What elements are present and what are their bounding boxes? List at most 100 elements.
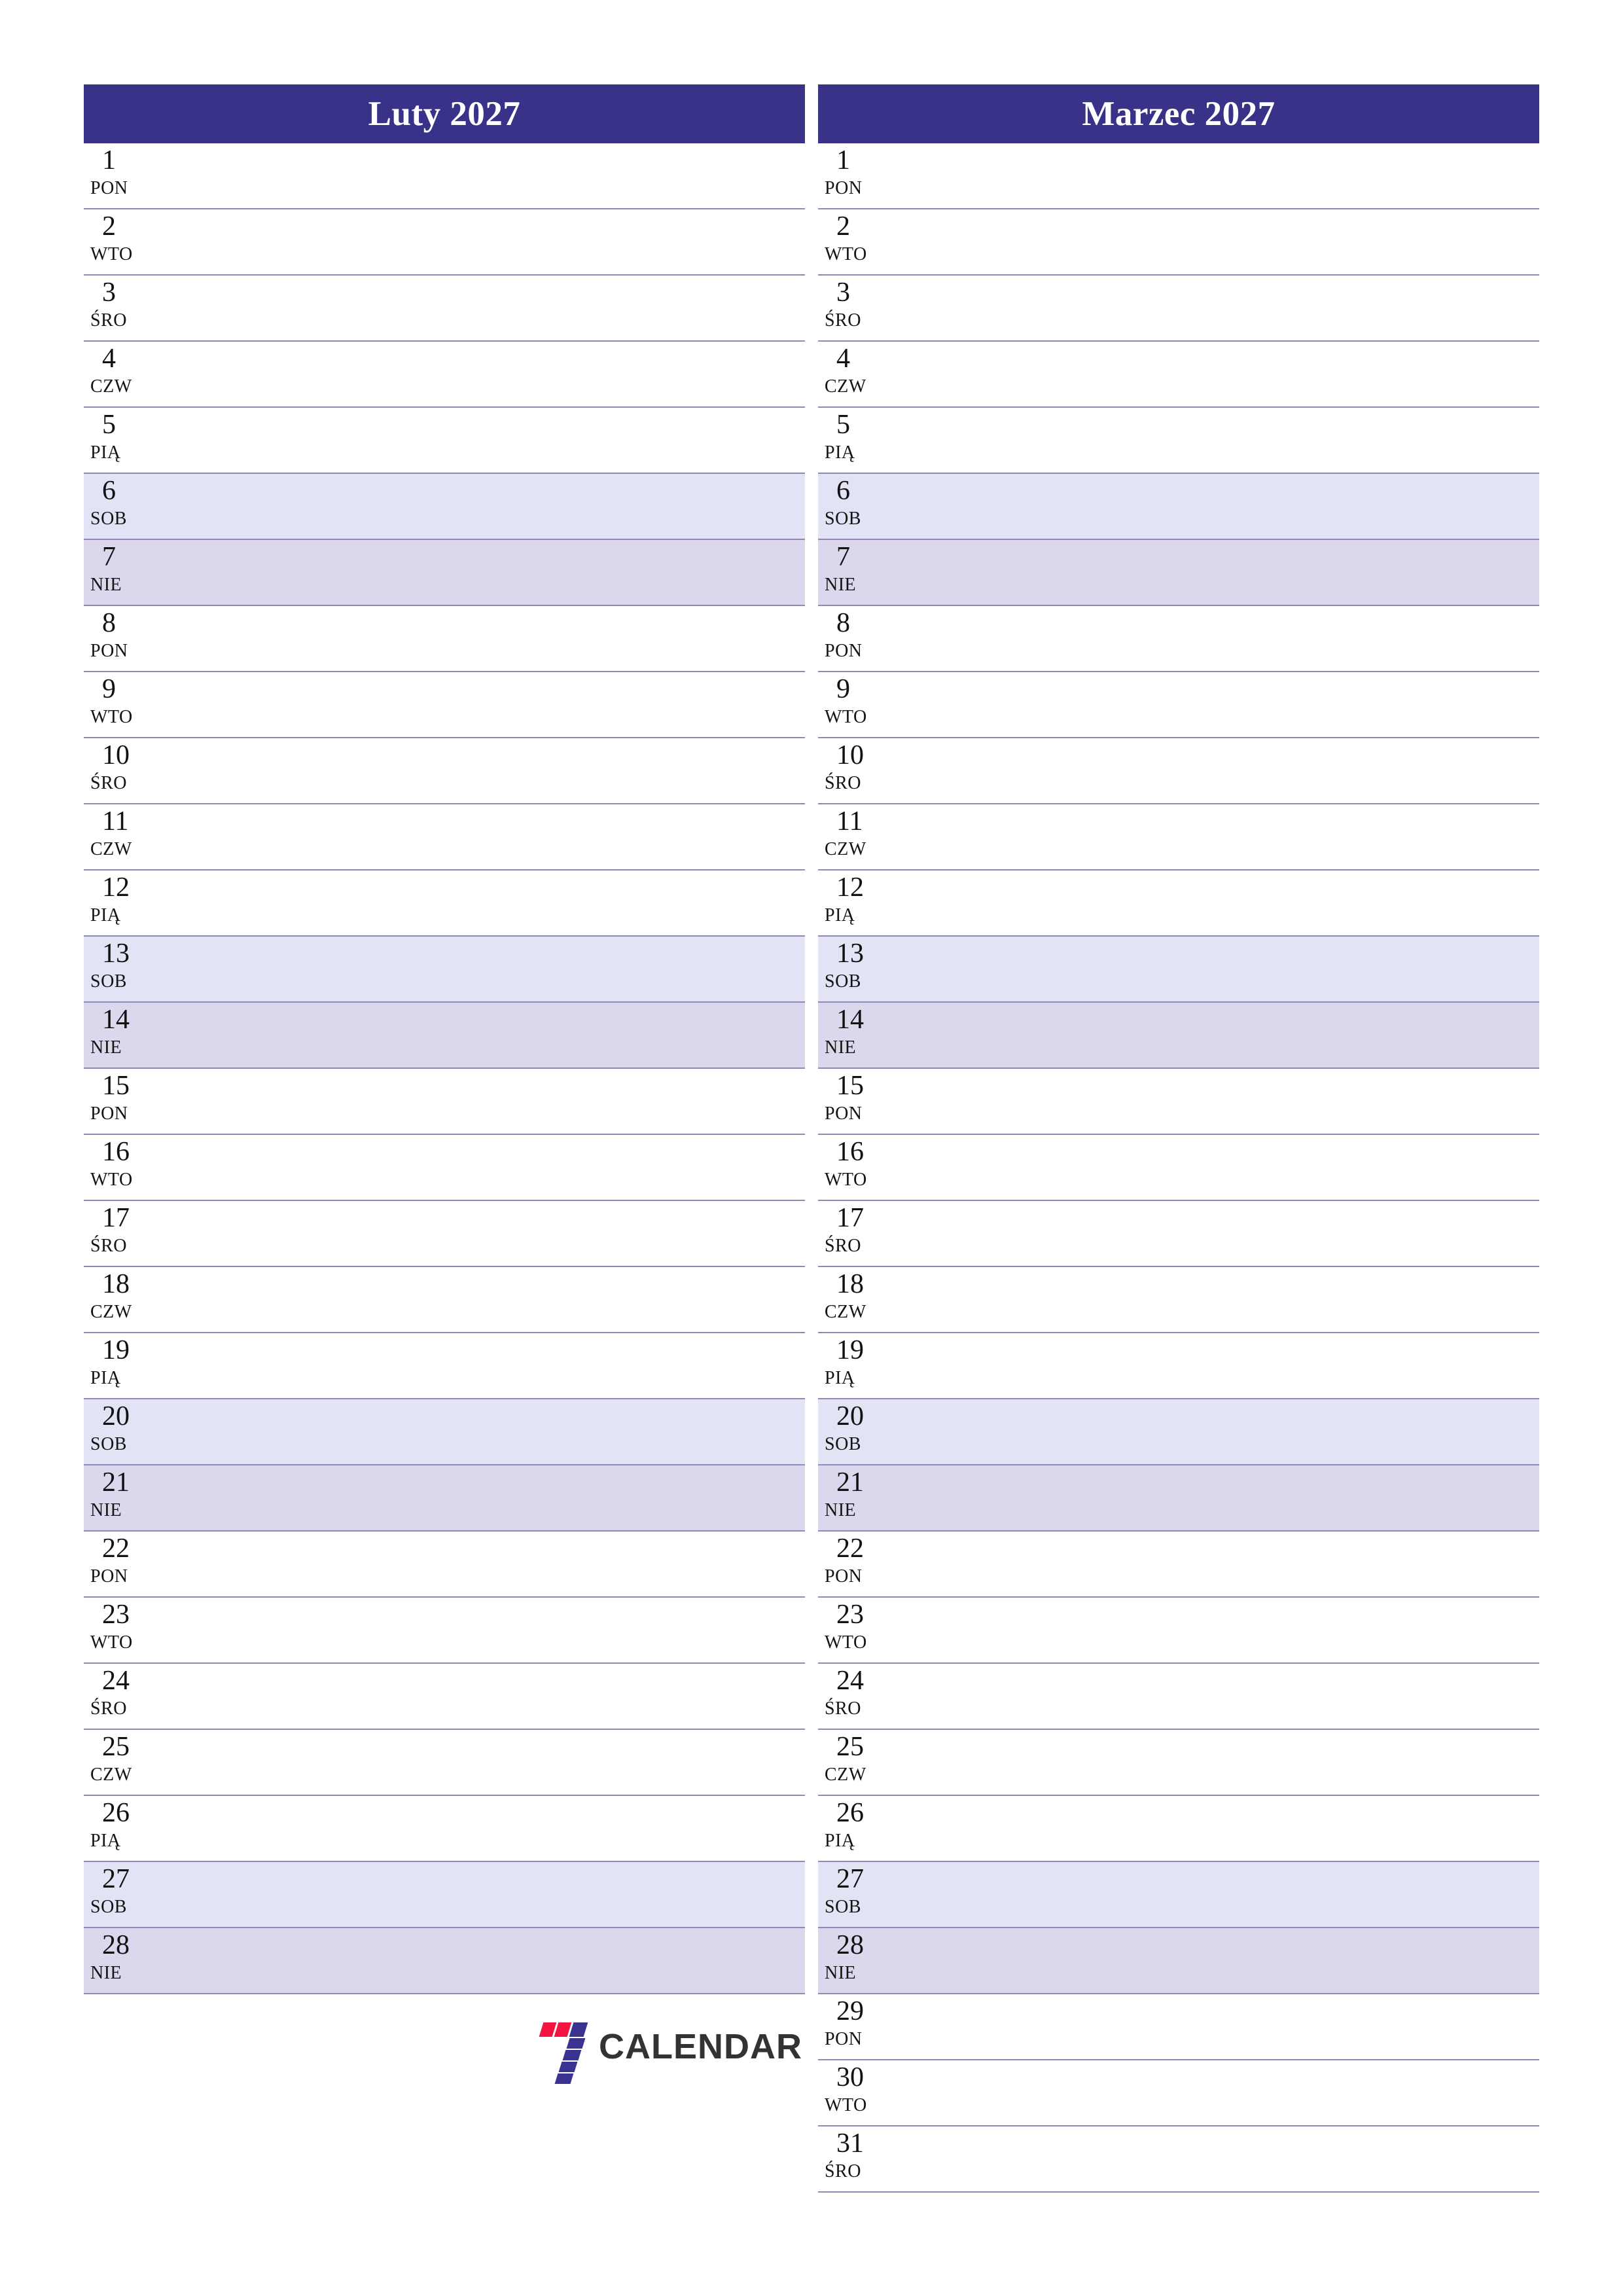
- day-note-area[interactable]: [195, 1862, 805, 1927]
- day-row[interactable]: 29 PON: [818, 1994, 1539, 2060]
- day-note-area[interactable]: [195, 342, 805, 406]
- day-note-area[interactable]: [195, 804, 805, 869]
- day-row[interactable]: 18 CZW: [818, 1267, 1539, 1333]
- day-row[interactable]: 28 NIE: [84, 1928, 805, 1994]
- day-row[interactable]: 17 ŚRO: [84, 1201, 805, 1267]
- day-row[interactable]: 12 PIĄ: [84, 870, 805, 937]
- day-row[interactable]: 12 PIĄ: [818, 870, 1539, 937]
- day-note-area[interactable]: [929, 1201, 1539, 1266]
- day-row[interactable]: 24 ŚRO: [818, 1664, 1539, 1730]
- day-note-area[interactable]: [195, 1730, 805, 1795]
- day-row[interactable]: 2 WTO: [818, 209, 1539, 276]
- day-note-area[interactable]: [195, 606, 805, 671]
- day-row[interactable]: 18 CZW: [84, 1267, 805, 1333]
- day-note-area[interactable]: [195, 738, 805, 803]
- day-row[interactable]: 13 SOB: [84, 937, 805, 1003]
- day-row[interactable]: 11 CZW: [818, 804, 1539, 870]
- day-note-area[interactable]: [929, 276, 1539, 340]
- day-row[interactable]: 14 NIE: [818, 1003, 1539, 1069]
- day-note-area[interactable]: [929, 2060, 1539, 2125]
- day-row[interactable]: 17 ŚRO: [818, 1201, 1539, 1267]
- day-row[interactable]: 5 PIĄ: [818, 408, 1539, 474]
- day-note-area[interactable]: [929, 1465, 1539, 1530]
- day-note-area[interactable]: [929, 1267, 1539, 1332]
- day-note-area[interactable]: [195, 1465, 805, 1530]
- day-row[interactable]: 15 PON: [818, 1069, 1539, 1135]
- day-note-area[interactable]: [195, 408, 805, 473]
- day-note-area[interactable]: [195, 1201, 805, 1266]
- day-note-area[interactable]: [929, 1532, 1539, 1596]
- day-row[interactable]: 6 SOB: [84, 474, 805, 540]
- day-row[interactable]: 28 NIE: [818, 1928, 1539, 1994]
- day-row[interactable]: 25 CZW: [818, 1730, 1539, 1796]
- day-row[interactable]: 19 PIĄ: [818, 1333, 1539, 1399]
- day-note-area[interactable]: [195, 1399, 805, 1464]
- day-note-area[interactable]: [929, 738, 1539, 803]
- day-note-area[interactable]: [929, 606, 1539, 671]
- day-row[interactable]: 6 SOB: [818, 474, 1539, 540]
- day-note-area[interactable]: [195, 1796, 805, 1861]
- day-note-area[interactable]: [929, 1664, 1539, 1729]
- day-note-area[interactable]: [929, 1928, 1539, 1993]
- day-row[interactable]: 14 NIE: [84, 1003, 805, 1069]
- day-row[interactable]: 23 WTO: [818, 1598, 1539, 1664]
- day-row[interactable]: 3 ŚRO: [818, 276, 1539, 342]
- day-row[interactable]: 26 PIĄ: [818, 1796, 1539, 1862]
- day-row[interactable]: 26 PIĄ: [84, 1796, 805, 1862]
- day-note-area[interactable]: [929, 540, 1539, 605]
- day-note-area[interactable]: [195, 540, 805, 605]
- day-note-area[interactable]: [929, 870, 1539, 935]
- day-row[interactable]: 4 CZW: [818, 342, 1539, 408]
- day-note-area[interactable]: [929, 937, 1539, 1001]
- day-note-area[interactable]: [195, 474, 805, 539]
- day-note-area[interactable]: [929, 1730, 1539, 1795]
- day-note-area[interactable]: [929, 209, 1539, 274]
- day-note-area[interactable]: [195, 672, 805, 737]
- day-row[interactable]: 9 WTO: [818, 672, 1539, 738]
- day-row[interactable]: 23 WTO: [84, 1598, 805, 1664]
- day-note-area[interactable]: [195, 1267, 805, 1332]
- day-note-area[interactable]: [195, 1333, 805, 1398]
- day-row[interactable]: 4 CZW: [84, 342, 805, 408]
- day-row[interactable]: 16 WTO: [818, 1135, 1539, 1201]
- day-row[interactable]: 24 ŚRO: [84, 1664, 805, 1730]
- day-note-area[interactable]: [195, 1135, 805, 1200]
- day-row[interactable]: 22 PON: [84, 1532, 805, 1598]
- day-note-area[interactable]: [929, 672, 1539, 737]
- day-row[interactable]: 8 PON: [84, 606, 805, 672]
- day-note-area[interactable]: [195, 870, 805, 935]
- day-row[interactable]: 27 SOB: [818, 1862, 1539, 1928]
- day-row[interactable]: 21 NIE: [84, 1465, 805, 1532]
- day-note-area[interactable]: [195, 276, 805, 340]
- day-note-area[interactable]: [195, 1928, 805, 1993]
- day-note-area[interactable]: [195, 1003, 805, 1067]
- day-row[interactable]: 10 ŚRO: [84, 738, 805, 804]
- day-note-area[interactable]: [929, 474, 1539, 539]
- day-note-area[interactable]: [195, 1532, 805, 1596]
- day-note-area[interactable]: [929, 1069, 1539, 1134]
- day-note-area[interactable]: [195, 1069, 805, 1134]
- day-note-area[interactable]: [929, 1862, 1539, 1927]
- day-note-area[interactable]: [929, 804, 1539, 869]
- day-note-area[interactable]: [929, 143, 1539, 208]
- day-row[interactable]: 3 ŚRO: [84, 276, 805, 342]
- day-note-area[interactable]: [195, 1598, 805, 1662]
- day-note-area[interactable]: [929, 1003, 1539, 1067]
- day-row[interactable]: 9 WTO: [84, 672, 805, 738]
- day-row[interactable]: 31 ŚRO: [818, 2126, 1539, 2193]
- day-row[interactable]: 30 WTO: [818, 2060, 1539, 2126]
- day-row[interactable]: 10 ŚRO: [818, 738, 1539, 804]
- day-note-area[interactable]: [929, 342, 1539, 406]
- day-note-area[interactable]: [929, 1333, 1539, 1398]
- day-note-area[interactable]: [929, 1994, 1539, 2059]
- day-row[interactable]: 5 PIĄ: [84, 408, 805, 474]
- day-row[interactable]: 27 SOB: [84, 1862, 805, 1928]
- day-row[interactable]: 7 NIE: [818, 540, 1539, 606]
- day-row[interactable]: 1 PON: [818, 143, 1539, 209]
- day-note-area[interactable]: [929, 408, 1539, 473]
- day-row[interactable]: 15 PON: [84, 1069, 805, 1135]
- day-note-area[interactable]: [929, 1598, 1539, 1662]
- day-row[interactable]: 20 SOB: [84, 1399, 805, 1465]
- day-note-area[interactable]: [929, 1796, 1539, 1861]
- day-note-area[interactable]: [195, 1664, 805, 1729]
